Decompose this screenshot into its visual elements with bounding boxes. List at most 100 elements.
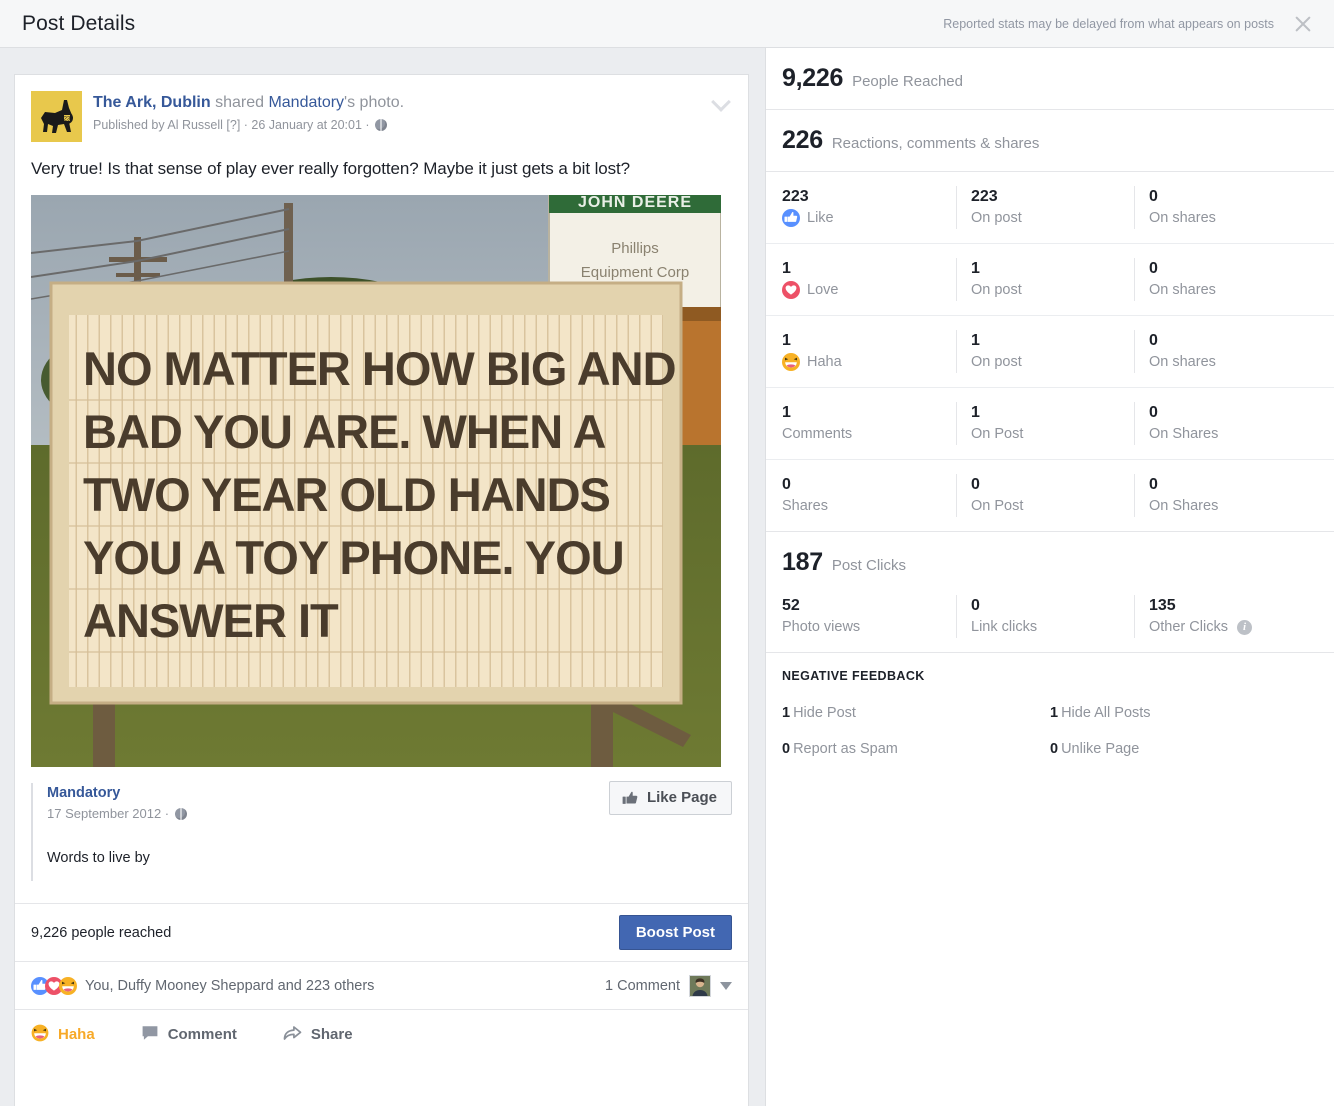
metric-label: On post xyxy=(971,210,1022,226)
table-row: 0 Shares 0 On Post 0 On Shares xyxy=(766,459,1334,531)
boost-post-button[interactable]: Boost Post xyxy=(618,915,732,950)
top-bar: Post Details Reported stats may be delay… xyxy=(0,0,1334,48)
svg-text:23: 23 xyxy=(64,117,71,123)
share-label: Share xyxy=(310,1026,353,1043)
close-icon[interactable] xyxy=(1292,13,1314,35)
globe-icon xyxy=(375,119,388,131)
nf-label: Report as Spam xyxy=(793,741,898,757)
people-reached-block: 9,226 People Reached xyxy=(766,48,1334,110)
metric-value: 0 xyxy=(1149,332,1158,349)
chevron-down-icon[interactable] xyxy=(710,91,732,113)
metric-primary-cell: 1 Comments xyxy=(766,402,956,445)
post-clicks-label: Post Clicks xyxy=(831,557,906,574)
shared-word: shared xyxy=(210,94,269,111)
stats-delay-note: Reported stats may be delayed from what … xyxy=(943,16,1274,31)
haha-reaction-icon xyxy=(782,353,800,371)
table-row: 52 Photo views 0 Link clicks 135 Other C… xyxy=(766,581,1334,652)
post-meta: Published by Al Russell [?] · 26 January… xyxy=(93,116,404,134)
metric-on-post-cell: 223 On post xyxy=(956,186,1134,229)
attribution-date-text: 17 September 2012 · xyxy=(47,806,173,821)
metric-value: 0 xyxy=(1149,260,1158,277)
comment-label: Comment xyxy=(167,1026,237,1043)
metric-label: Haha xyxy=(782,351,956,373)
metric-on-shares-cell: 0 On Shares xyxy=(1134,474,1312,517)
thumbs-up-icon xyxy=(622,790,639,806)
shared-suffix: 's photo. xyxy=(344,94,405,111)
post-clicks-value: 187 xyxy=(782,548,823,576)
shared-post-attribution: Mandatory 17 September 2012 · Words to l… xyxy=(31,781,732,881)
table-row: 223 Like 223 On post 0 On shares xyxy=(766,172,1334,243)
negative-feedback-section: NEGATIVE FEEDBACK 1 Hide Post 1 Hide All P… xyxy=(766,653,1334,781)
metric-value: 0 xyxy=(1149,404,1158,421)
reaction-summary-text[interactable]: You, Duffy Mooney Sheppard and 223 other… xyxy=(85,978,374,994)
negative-feedback-grid: 1 Hide Post 1 Hide All Posts 0 Report as Sp… xyxy=(782,695,1318,767)
share-button[interactable]: Share xyxy=(283,1024,353,1046)
like-reaction-icon xyxy=(782,209,800,227)
comment-count-link[interactable]: 1 Comment xyxy=(605,978,680,994)
page-title: Post Details xyxy=(22,11,136,35)
post-header: 23 The Ark, Dublin shared Mandatory's ph… xyxy=(15,75,748,142)
post-photo[interactable]: JOHN DEERE Phillips Equipment Corp NO MA… xyxy=(31,195,721,767)
like-page-label: Like Page xyxy=(646,789,717,806)
post-action-bar: Haha Comment Share xyxy=(15,1009,748,1059)
metric-value: 0 xyxy=(1149,188,1158,205)
link-clicks-cell: 0 Link clicks xyxy=(956,595,1134,638)
like-page-button[interactable]: Like Page xyxy=(608,781,732,815)
nf-label: Hide Post xyxy=(793,705,856,721)
page-avatar-donkey[interactable]: 23 xyxy=(31,91,82,142)
metric-label: Like xyxy=(782,207,956,229)
metric-value: 223 xyxy=(782,188,809,205)
metric-on-shares-cell: 0 On Shares xyxy=(1134,402,1312,445)
haha-reaction-icon xyxy=(59,976,77,995)
svg-text:TWO YEAR OLD HANDS: TWO YEAR OLD HANDS xyxy=(83,468,610,521)
info-icon[interactable]: i xyxy=(1236,619,1252,635)
comment-button[interactable]: Comment xyxy=(141,1024,237,1046)
metric-label: On shares xyxy=(1149,354,1216,370)
metric-value: 1 xyxy=(971,260,980,277)
metric-primary-cell: 1 Haha xyxy=(766,330,956,373)
attribution-body: Words to live by xyxy=(47,850,150,866)
metric-label-text: Love xyxy=(807,282,839,298)
svg-text:BAD YOU ARE. WHEN A: BAD YOU ARE. WHEN A xyxy=(83,405,605,458)
page-name-link[interactable]: The Ark, Dublin xyxy=(93,94,211,111)
metric-value: 1 xyxy=(782,332,791,349)
metric-primary-cell: 223 Like xyxy=(766,186,956,229)
svg-text:JOHN DEERE: JOHN DEERE xyxy=(578,195,692,211)
metric-label: Shares xyxy=(782,498,828,514)
insights-column: 9,226 People Reached 226 Reactions, comm… xyxy=(765,48,1334,1106)
metric-primary-cell: 1 Love xyxy=(766,258,956,301)
metric-on-shares-cell: 0 On shares xyxy=(1134,330,1312,373)
metric-label: On Post xyxy=(971,498,1024,514)
caret-down-icon[interactable] xyxy=(720,981,732,990)
people-reached-text: 9,226 people reached xyxy=(31,924,172,941)
shared-page-link[interactable]: Mandatory xyxy=(268,94,344,111)
nf-label: Hide All Posts xyxy=(1061,705,1151,721)
table-row: 1 Haha 1 On post 0 On shares xyxy=(766,315,1334,387)
published-by-text: Published by Al Russell [?] · 26 January… xyxy=(93,118,374,132)
post-header-text: The Ark, Dublin shared Mandatory's photo… xyxy=(93,91,404,142)
post-message: Very true! Is that sense of play ever re… xyxy=(31,159,630,178)
list-item: 1 Hide All Posts xyxy=(1050,695,1318,731)
metric-on-shares-cell: 0 On shares xyxy=(1134,258,1312,301)
metric-label: On post xyxy=(971,354,1022,370)
reaction-icon-stack[interactable] xyxy=(31,976,77,995)
metric-label: Love xyxy=(782,279,956,301)
commenter-avatar xyxy=(689,974,711,997)
metric-value: 1 xyxy=(971,332,980,349)
metric-label: On post xyxy=(971,282,1022,298)
globe-icon xyxy=(174,808,187,820)
react-label: Haha xyxy=(58,1026,95,1043)
metric-value: 1 xyxy=(782,260,791,277)
nf-value: 1 xyxy=(782,705,791,721)
metric-value: 0 xyxy=(782,476,791,493)
metric-breakdown-table: 223 Like 223 On post 0 On shares 1 Love … xyxy=(766,172,1334,532)
react-button[interactable]: Haha xyxy=(31,1024,95,1046)
list-item: 0 Report as Spam xyxy=(782,731,1050,767)
metric-on-post-cell: 1 On post xyxy=(956,330,1134,373)
metric-label: On shares xyxy=(1149,282,1216,298)
metric-label: On Post xyxy=(971,426,1024,442)
post-preview-column: 23 The Ark, Dublin shared Mandatory's ph… xyxy=(0,48,765,1106)
engagement-label: Reactions, comments & shares xyxy=(831,135,1040,152)
post-card: 23 The Ark, Dublin shared Mandatory's ph… xyxy=(14,74,749,1106)
metric-label: On shares xyxy=(1149,210,1216,226)
